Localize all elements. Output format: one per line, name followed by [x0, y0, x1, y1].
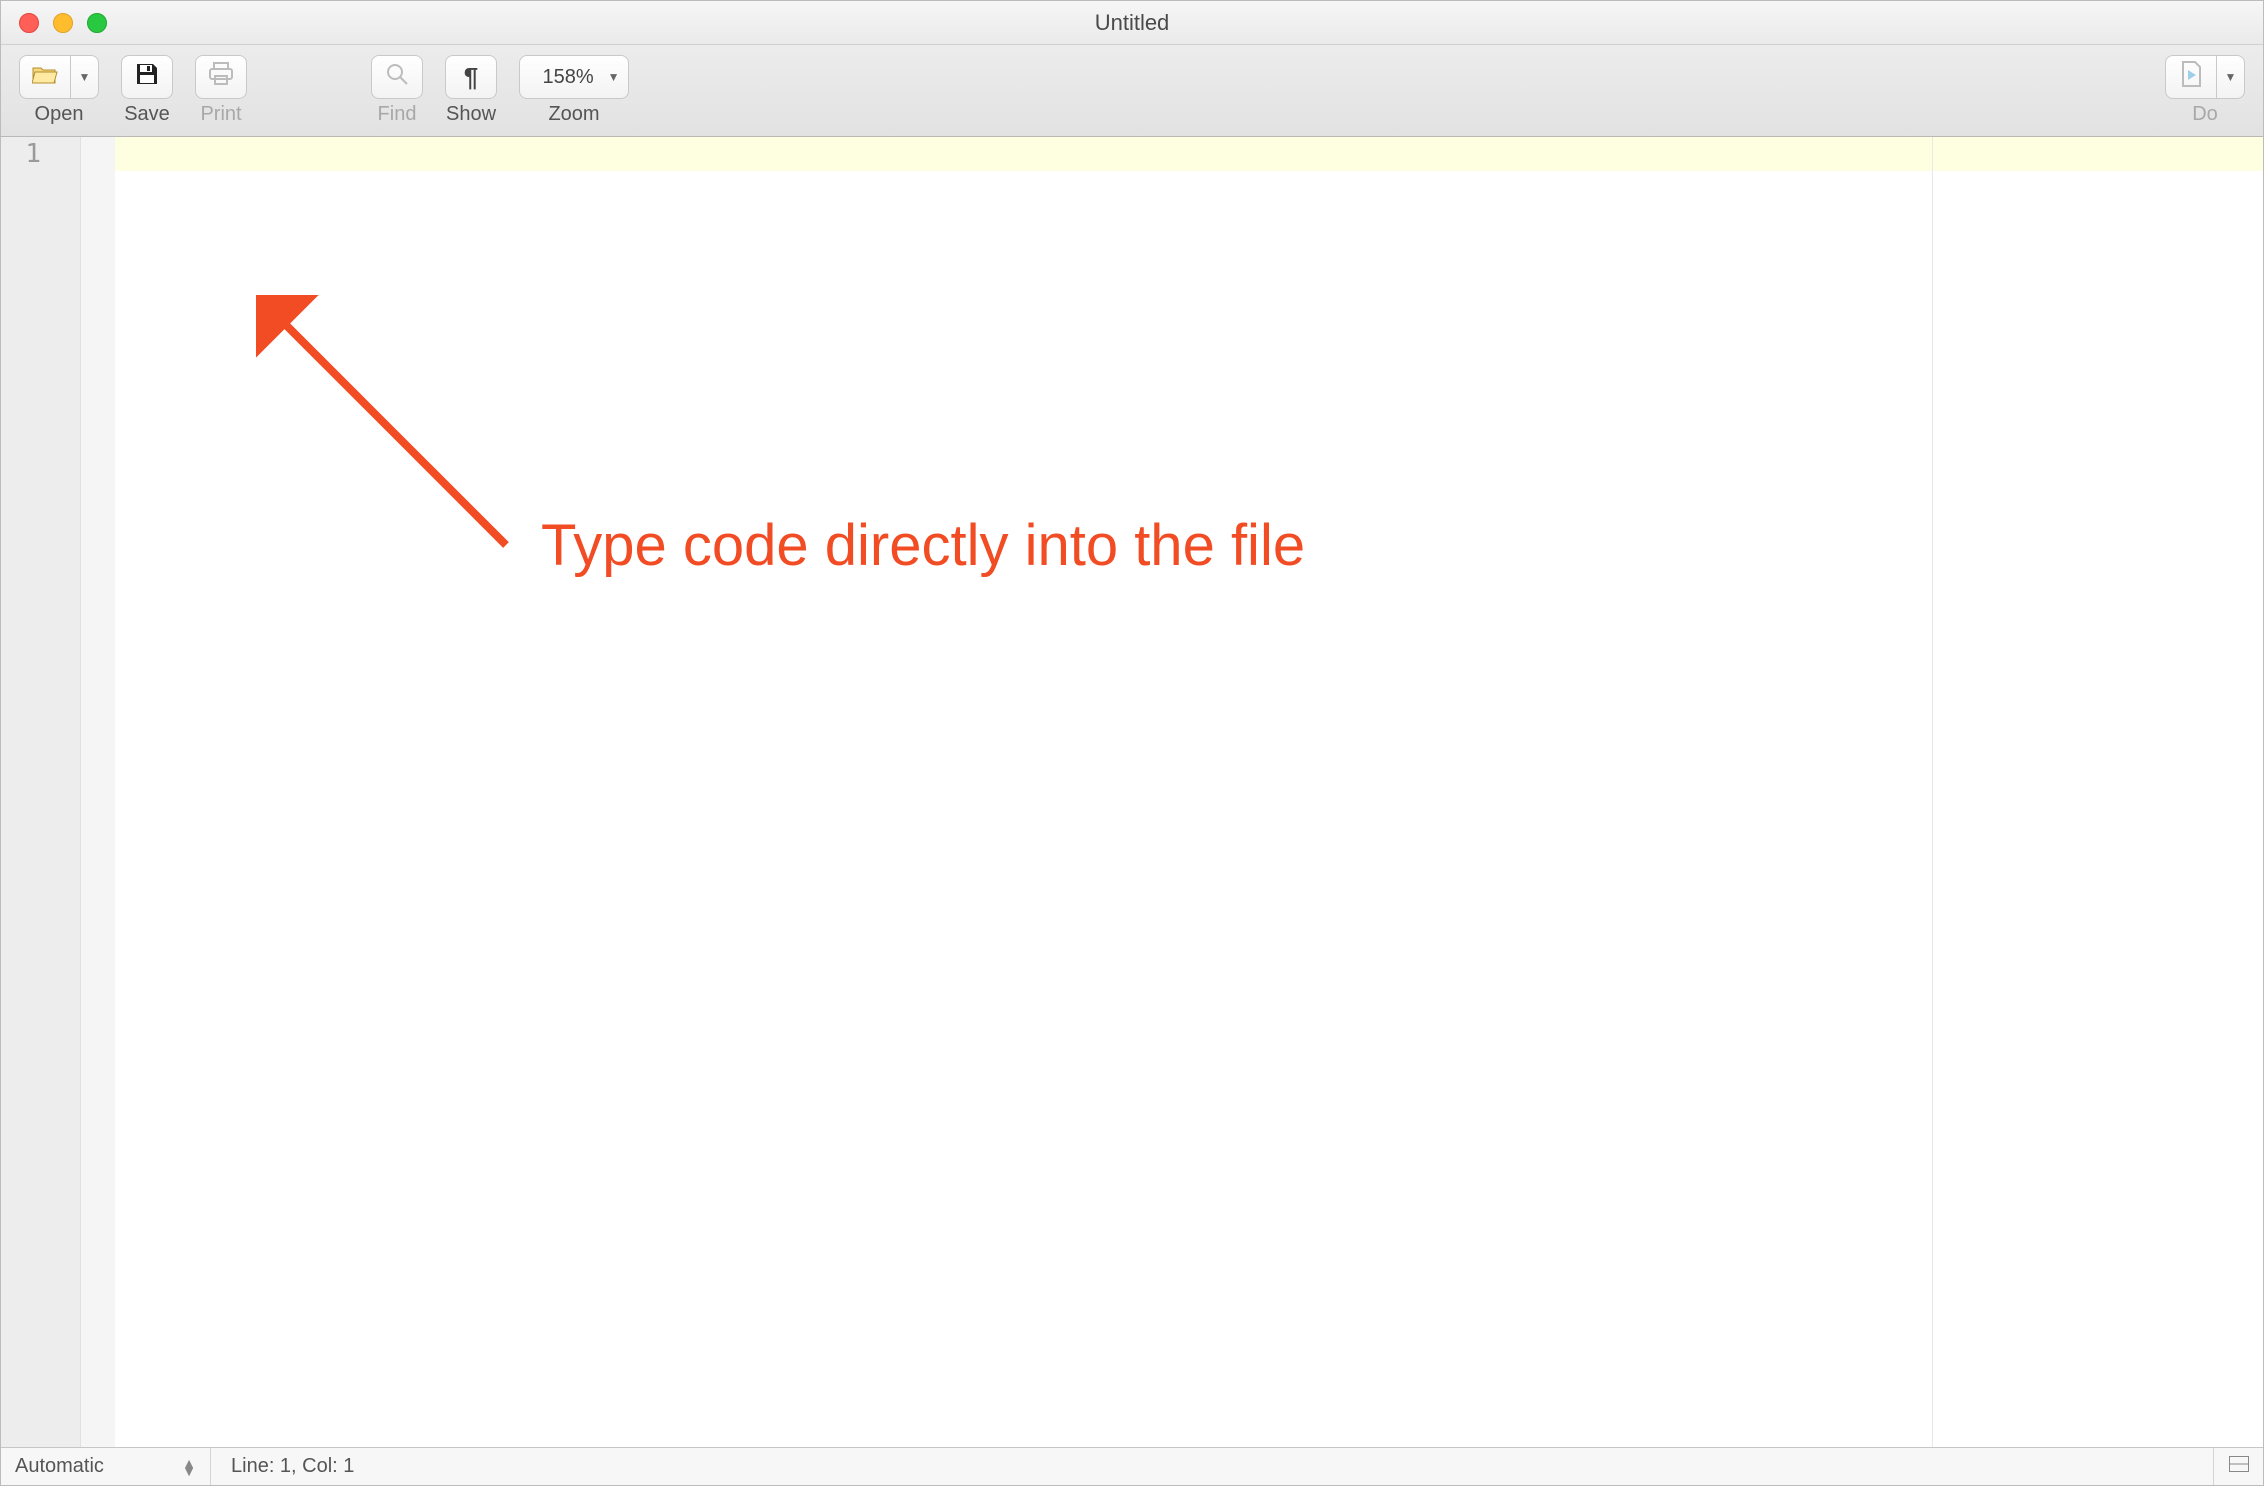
print-label: Print [200, 103, 241, 126]
show-group: ¶ Show [445, 55, 497, 126]
cursor-position: Line: 1, Col: 1 [211, 1455, 2213, 1478]
find-button[interactable] [371, 55, 423, 99]
zoom-label: Zoom [548, 103, 599, 126]
current-line-highlight [115, 137, 2263, 171]
do-group: ▼ Do [2165, 55, 2245, 126]
save-label: Save [124, 103, 170, 126]
chevron-down-icon: ▼ [608, 70, 620, 84]
chevron-down-icon: ▼ [79, 70, 91, 84]
show-label: Show [446, 103, 496, 126]
language-selector[interactable]: Automatic ▲▼ [1, 1448, 211, 1485]
open-recent-dropdown[interactable]: ▼ [71, 55, 99, 99]
statusbar: Automatic ▲▼ Line: 1, Col: 1 [1, 1447, 2263, 1485]
save-button[interactable] [121, 55, 173, 99]
line-number-gutter: 1 [1, 137, 81, 1447]
folder-open-icon [32, 63, 58, 91]
open-button[interactable] [19, 55, 71, 99]
line-number: 1 [1, 137, 41, 171]
zoom-value: 158% [528, 66, 607, 89]
language-value: Automatic [15, 1455, 104, 1478]
do-dropdown[interactable]: ▼ [2217, 55, 2245, 99]
zoom-group: 158% ▼ Zoom [519, 55, 629, 126]
zoom-dropdown[interactable]: 158% ▼ [519, 55, 629, 99]
chevron-down-icon: ▼ [2225, 70, 2237, 84]
layout-split-icon [2229, 1455, 2249, 1478]
save-group: Save [121, 55, 173, 126]
toolbar: ▼ Open [1, 45, 2263, 137]
editor-window: Untitled ▼ [0, 0, 2264, 1486]
printer-icon [208, 62, 234, 92]
open-group: ▼ Open [19, 55, 99, 126]
pilcrow-icon: ¶ [464, 62, 478, 93]
panel-toggle-button[interactable] [2213, 1448, 2263, 1485]
play-file-icon [2180, 61, 2202, 93]
editor-wrap: 1 Type code directly into the file [1, 137, 2263, 1447]
wrap-ruler [1932, 137, 1933, 1447]
text-editor[interactable] [115, 137, 2263, 1447]
stepper-icon: ▲▼ [182, 1459, 196, 1475]
open-label: Open [35, 103, 84, 126]
find-group: Find [371, 55, 423, 126]
titlebar: Untitled [1, 1, 2263, 45]
floppy-disk-icon [135, 62, 159, 92]
window-title: Untitled [1, 10, 2263, 36]
find-label: Find [378, 103, 417, 126]
print-button[interactable] [195, 55, 247, 99]
fold-gutter [81, 137, 115, 1447]
show-button[interactable]: ¶ [445, 55, 497, 99]
do-button[interactable] [2165, 55, 2217, 99]
print-group: Print [195, 55, 247, 126]
search-icon [385, 62, 409, 92]
do-label: Do [2192, 103, 2218, 126]
